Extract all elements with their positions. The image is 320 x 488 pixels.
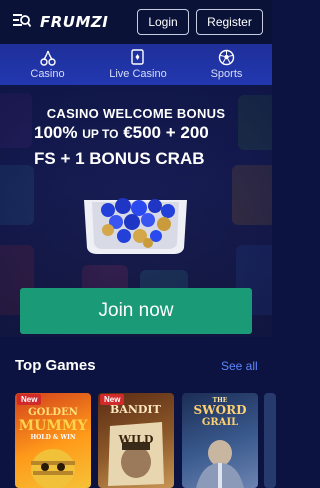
section-title-top-games: Top Games bbox=[15, 357, 96, 374]
menu-search-icon[interactable] bbox=[13, 13, 32, 29]
cherries-icon bbox=[39, 50, 56, 66]
nav-item-sports[interactable]: Sports bbox=[181, 44, 272, 85]
mummy-character-image bbox=[31, 449, 75, 488]
knight-character-image bbox=[196, 440, 244, 488]
game-title-top: BANDIT bbox=[110, 403, 161, 416]
nav-label-casino: Casino bbox=[30, 67, 65, 80]
game-tile-sword-grail[interactable]: THE SWORD GRAIL bbox=[182, 393, 258, 488]
nav-item-casino[interactable]: Casino bbox=[0, 44, 95, 85]
soccer-ball-icon bbox=[218, 49, 235, 66]
game-title-main: WILD bbox=[118, 433, 154, 446]
category-nav: Casino Live Casino Sports bbox=[0, 44, 272, 85]
bonus-heading: CASINO WELCOME BONUS bbox=[46, 106, 226, 121]
new-badge: New bbox=[17, 394, 42, 405]
nav-label-sports: Sports bbox=[210, 68, 243, 80]
bonus-crab-crate-image bbox=[84, 198, 187, 254]
game-tile-golden-mummy[interactable]: New GOLDEN MUMMY HOLD & WIN bbox=[15, 393, 91, 488]
game-title-main: MUMMY bbox=[18, 418, 88, 434]
game-subtitle: HOLD & WIN bbox=[30, 434, 76, 441]
brand-logo[interactable]: FRUMZI bbox=[40, 13, 108, 31]
game-title-top: GOLDEN bbox=[28, 407, 78, 418]
nav-item-live-casino[interactable]: Live Casino bbox=[95, 44, 181, 85]
welcome-bonus-banner[interactable]: CASINO WELCOME BONUS 100% UP TO €500 + 2… bbox=[0, 85, 272, 337]
bonus-amount: 100% UP TO €500 + 200 bbox=[34, 123, 209, 142]
game-title-main: GRAIL bbox=[201, 417, 239, 428]
join-now-button[interactable]: Join now bbox=[20, 288, 252, 334]
top-header: FRUMZI Login Register bbox=[0, 0, 272, 44]
register-button[interactable]: Register bbox=[196, 9, 263, 35]
see-all-link[interactable]: See all bbox=[221, 359, 258, 373]
nav-label-live-casino: Live Casino bbox=[109, 68, 167, 80]
bonus-free-spins: FS + 1 BONUS CRAB bbox=[34, 149, 205, 168]
game-title-top: SWORD bbox=[193, 403, 247, 417]
game-tile-wild-bandit[interactable]: New BANDIT WILD bbox=[98, 393, 174, 488]
login-button[interactable]: Login bbox=[137, 9, 189, 35]
game-tile-partial[interactable] bbox=[264, 393, 276, 488]
cards-icon bbox=[131, 49, 144, 65]
wanted-poster-image bbox=[108, 422, 164, 486]
